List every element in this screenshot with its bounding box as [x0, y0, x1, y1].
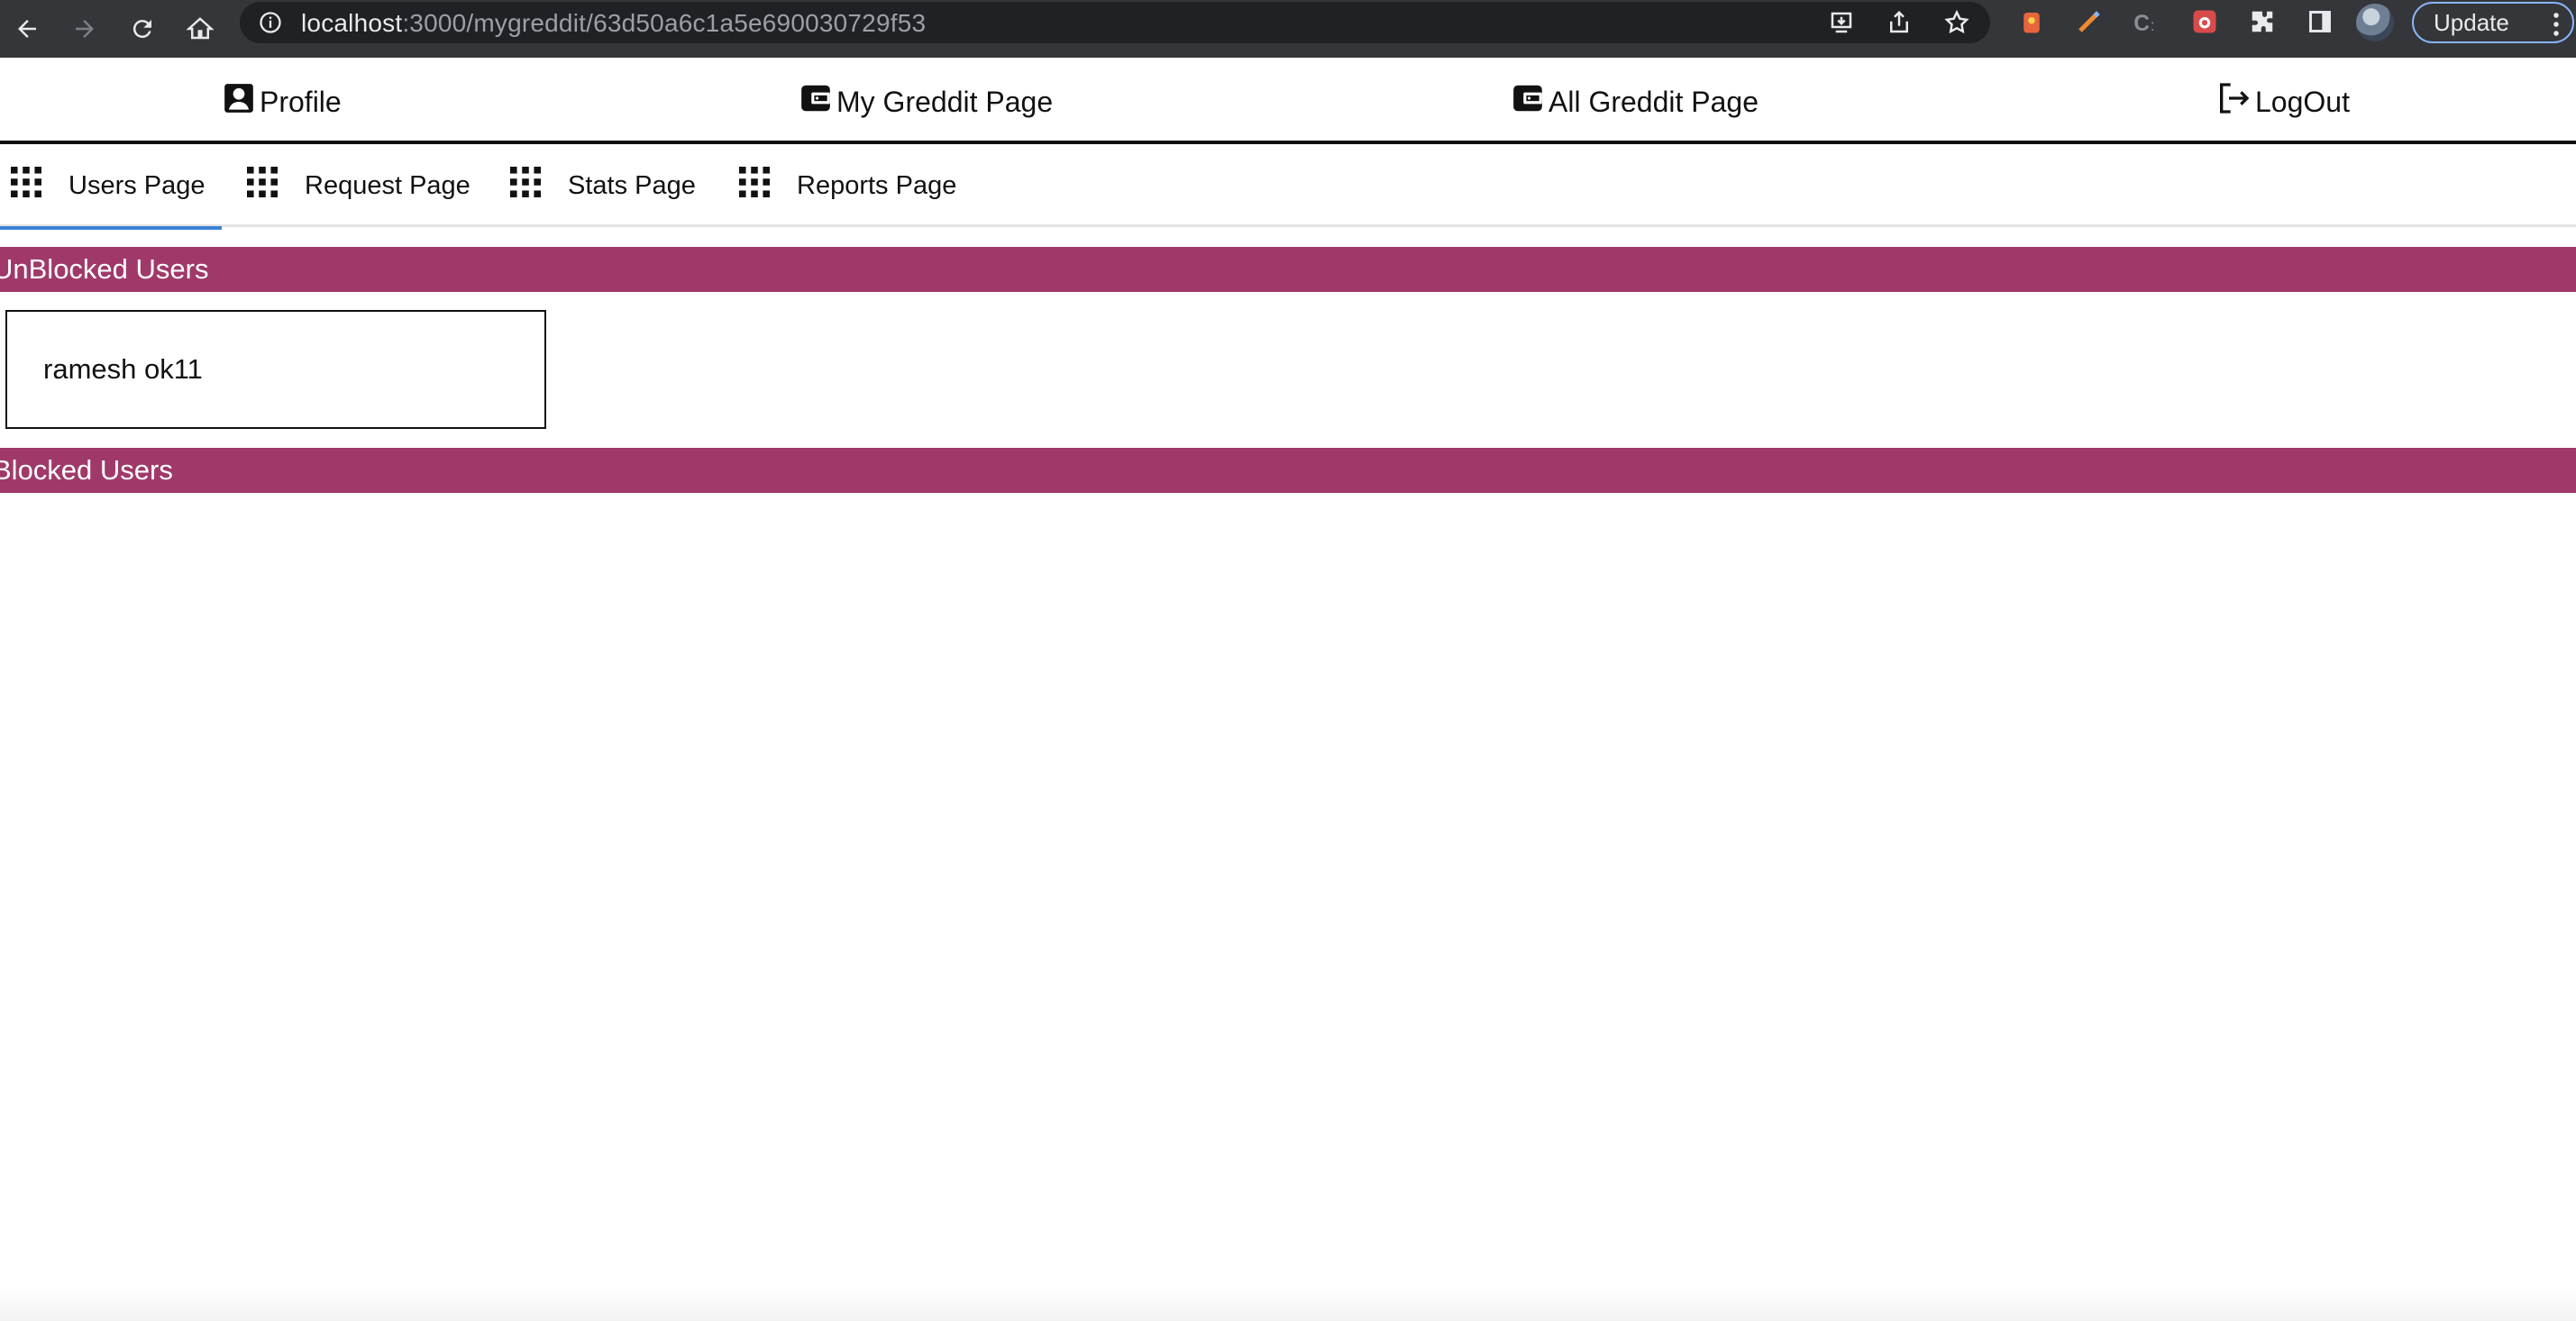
extension-icon[interactable]: [2015, 5, 2048, 38]
install-app-icon[interactable]: [1828, 9, 1855, 36]
tab-label: Reports Page: [797, 170, 957, 200]
logout-link[interactable]: LogOut: [2215, 83, 2350, 121]
profile-link-label: Profile: [260, 85, 342, 118]
page-bottom-shadow: [0, 1289, 2576, 1321]
home-icon[interactable]: [177, 5, 224, 52]
user-card[interactable]: ramesh ok11: [5, 310, 546, 429]
grid-icon: [739, 167, 770, 205]
tab-request-page[interactable]: Request Page: [247, 144, 470, 227]
wallet-icon: [799, 81, 833, 123]
person-box-icon: [222, 81, 256, 123]
unblocked-users-header: UnBlocked Users: [0, 247, 2576, 292]
blocked-users-header: Blocked Users: [0, 448, 2576, 493]
color-picker-extension-icon[interactable]: [2073, 5, 2106, 38]
wallet-icon: [1511, 81, 1545, 123]
grid-icon: [247, 167, 278, 205]
tab-label: Users Page: [69, 170, 206, 200]
grid-icon: [510, 167, 541, 205]
all-greddit-link[interactable]: All Greddit Page: [1511, 83, 1758, 121]
code-extension-icon[interactable]: C:: [2131, 5, 2163, 38]
logout-link-label: LogOut: [2255, 85, 2350, 118]
share-icon[interactable]: [1886, 9, 1913, 36]
blocked-users-title: Blocked Users: [0, 454, 173, 486]
browser-toolbar: localhost:3000/mygreddit/63d50a6c1a5e690…: [0, 0, 2576, 58]
reload-icon[interactable]: [119, 5, 166, 52]
svg-text::: :: [2151, 16, 2155, 34]
logout-icon: [2215, 80, 2252, 123]
side-panel-icon[interactable]: [2304, 5, 2336, 38]
puzzle-extensions-icon[interactable]: [2246, 5, 2279, 38]
tab-label: Request Page: [305, 170, 470, 200]
tab-reports-page[interactable]: Reports Page: [739, 144, 956, 227]
my-greddit-link-label: My Greddit Page: [836, 85, 1054, 118]
grid-icon: [11, 167, 41, 205]
site-info-icon[interactable]: [258, 10, 283, 35]
svg-text:C: C: [2133, 12, 2150, 35]
user-name: ramesh ok11: [43, 353, 203, 385]
tab-bar: Users Page Request Page Stats Page Repor…: [0, 144, 2576, 230]
red-extension-icon[interactable]: [2188, 5, 2221, 38]
profile-avatar[interactable]: [2356, 4, 2394, 41]
tab-label: Stats Page: [568, 170, 696, 200]
update-label: Update: [2434, 8, 2509, 36]
my-greddit-link[interactable]: My Greddit Page: [799, 83, 1053, 121]
more-menu-icon[interactable]: [2553, 11, 2560, 38]
all-greddit-link-label: All Greddit Page: [1548, 85, 1759, 118]
forward-arrow-icon[interactable]: [61, 5, 108, 52]
unblocked-users-title: UnBlocked Users: [0, 253, 209, 285]
update-button[interactable]: Update: [2412, 2, 2574, 43]
tab-users-page[interactable]: Users Page: [0, 144, 222, 230]
url-text: localhost:3000/mygreddit/63d50a6c1a5e690…: [301, 9, 927, 37]
profile-link[interactable]: Profile: [222, 83, 342, 121]
back-arrow-icon[interactable]: [4, 5, 50, 52]
address-bar[interactable]: localhost:3000/mygreddit/63d50a6c1a5e690…: [240, 2, 1990, 43]
tab-stats-page[interactable]: Stats Page: [510, 144, 696, 227]
top-navigation: Profile My Greddit Page All Greddit Page…: [0, 58, 2576, 144]
bookmark-star-icon[interactable]: [1943, 9, 1970, 36]
